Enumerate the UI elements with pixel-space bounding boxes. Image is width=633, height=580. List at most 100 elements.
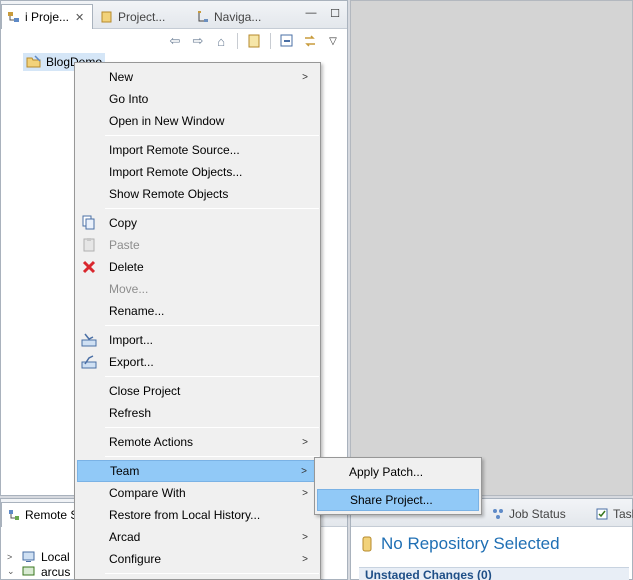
remote-system-icon xyxy=(21,566,37,578)
menu-item-show-remote-objects[interactable]: Show Remote Objects xyxy=(77,183,318,205)
menu-separator xyxy=(105,376,319,377)
view-menu-icon[interactable]: ▽ xyxy=(323,31,343,51)
menu-item-copy[interactable]: Copy xyxy=(77,212,318,234)
menu-item-label: Share Project... xyxy=(350,493,433,507)
collapse-all-icon[interactable] xyxy=(277,31,297,51)
context-menu: New > Go Into Open in New Window Import … xyxy=(74,62,321,580)
menu-item-import-remote-source[interactable]: Import Remote Source... xyxy=(77,139,318,161)
menu-item-refresh[interactable]: Refresh xyxy=(77,402,318,424)
filter-icon[interactable] xyxy=(244,31,264,51)
tree-row-label: arcus xyxy=(41,564,71,579)
menu-item-export[interactable]: Export... xyxy=(77,351,318,373)
staging-title: No Repository Selected xyxy=(361,534,560,554)
tab-label: Project... xyxy=(118,9,166,24)
tree-row-arcus[interactable]: ⌄ arcus xyxy=(7,564,70,579)
tab-project[interactable]: Project... xyxy=(95,4,187,29)
menu-item-move: Move... xyxy=(77,278,318,300)
copy-icon xyxy=(81,215,97,231)
menu-item-label: New xyxy=(109,70,134,84)
submenu-arrow-icon: > xyxy=(301,465,307,477)
menu-item-remote-actions[interactable]: Remote Actions > xyxy=(77,431,318,453)
menu-item-apply-patch[interactable]: Apply Patch... xyxy=(317,461,479,483)
menu-item-label: Export... xyxy=(109,355,154,369)
menu-separator xyxy=(105,456,319,457)
menu-item-label: Rename... xyxy=(109,304,165,318)
remote-systems-icon xyxy=(7,508,21,522)
delete-icon xyxy=(81,259,97,275)
editor-area xyxy=(350,0,633,496)
menu-item-label: Remote Actions xyxy=(109,435,194,449)
view-tabbar: i Proje... ✕ Project... Naviga... — ☐ xyxy=(1,1,347,29)
minimize-icon[interactable]: — xyxy=(305,7,317,19)
tab-job-status[interactable]: Job Status xyxy=(491,502,566,526)
tree-row-local[interactable]: > Local xyxy=(7,549,70,564)
menu-item-paste: Paste xyxy=(77,234,318,256)
menu-item-label: Move... xyxy=(109,282,149,296)
team-submenu: Apply Patch... Share Project... xyxy=(314,457,482,515)
tab-remote-systems[interactable]: Remote S xyxy=(1,502,81,527)
menu-item-label: Import Remote Source... xyxy=(109,143,240,157)
menu-item-label: Close Project xyxy=(109,384,181,398)
menu-separator xyxy=(105,135,319,136)
package-icon xyxy=(100,10,114,24)
export-icon xyxy=(81,354,97,370)
remote-tree: > Local ⌄ arcus xyxy=(7,549,70,579)
project-explorer-icon xyxy=(7,10,21,24)
repository-icon xyxy=(361,536,373,552)
menu-item-label: Delete xyxy=(109,260,144,274)
tasks-icon xyxy=(595,507,609,521)
menu-item-arcad[interactable]: Arcad > xyxy=(77,526,318,548)
menu-item-share-project[interactable]: Share Project... xyxy=(317,489,479,511)
submenu-arrow-icon: > xyxy=(302,553,308,565)
menu-separator xyxy=(105,427,319,428)
menu-item-label: Open in New Window xyxy=(109,114,225,128)
collapse-icon[interactable]: ⌄ xyxy=(7,566,17,577)
menu-item-label: Refresh xyxy=(109,406,152,420)
toolbar-separator xyxy=(270,33,271,49)
menu-item-label: Configure xyxy=(109,552,162,566)
navigator-icon xyxy=(196,10,210,24)
menu-item-delete[interactable]: Delete xyxy=(77,256,318,278)
home-icon[interactable]: ⌂ xyxy=(211,31,231,51)
menu-item-label: Apply Patch... xyxy=(349,465,424,479)
menu-item-label: Import Remote Objects... xyxy=(109,165,243,179)
menu-item-label: Show Remote Objects xyxy=(109,187,229,201)
submenu-arrow-icon: > xyxy=(302,487,308,499)
tree-row-label: Local xyxy=(41,549,70,564)
menu-item-go-into[interactable]: Go Into xyxy=(77,88,318,110)
menu-item-new[interactable]: New > xyxy=(77,66,318,88)
back-arrow-icon[interactable]: ⇦ xyxy=(165,31,185,51)
menu-item-import[interactable]: Import... xyxy=(77,329,318,351)
tab-tasks[interactable]: Task xyxy=(595,502,633,526)
menu-separator xyxy=(105,325,319,326)
menu-item-configure[interactable]: Configure > xyxy=(77,548,318,570)
menu-item-label: Import... xyxy=(109,333,154,347)
menu-item-team[interactable]: Team > xyxy=(77,460,318,482)
menu-item-restore-local-history[interactable]: Restore from Local History... xyxy=(77,504,318,526)
expand-icon[interactable]: > xyxy=(7,552,17,562)
close-icon[interactable]: ✕ xyxy=(75,11,84,24)
menu-item-open-new-window[interactable]: Open in New Window xyxy=(77,110,318,132)
submenu-arrow-icon: > xyxy=(302,436,308,448)
menu-item-close-project[interactable]: Close Project xyxy=(77,380,318,402)
view-toolbar: ⇦ ⇨ ⌂ ▽ xyxy=(165,30,343,52)
menu-item-compare-with[interactable]: Compare With > xyxy=(77,482,318,504)
tab-label: Naviga... xyxy=(214,9,262,24)
menu-item-label: Restore from Local History... xyxy=(109,508,261,522)
paste-icon xyxy=(81,237,97,253)
menu-item-import-remote-objects[interactable]: Import Remote Objects... xyxy=(77,161,318,183)
menu-item-label: Arcad xyxy=(109,530,141,544)
tab-project-explorer[interactable]: i Proje... ✕ xyxy=(1,4,93,29)
project-folder-icon xyxy=(26,55,42,69)
tab-label: Job Status xyxy=(509,507,566,521)
link-with-editor-icon[interactable] xyxy=(300,31,320,51)
submenu-arrow-icon: > xyxy=(302,531,308,543)
forward-arrow-icon[interactable]: ⇨ xyxy=(188,31,208,51)
menu-item-rename[interactable]: Rename... xyxy=(77,300,318,322)
menu-separator xyxy=(105,208,319,209)
unstaged-changes-header[interactable]: Unstaged Changes (0) xyxy=(359,567,629,580)
tab-label: Task xyxy=(613,507,633,521)
tab-navigator[interactable]: Naviga... xyxy=(191,4,281,29)
maximize-icon[interactable]: ☐ xyxy=(329,7,341,20)
menu-item-label: Copy xyxy=(109,216,138,230)
